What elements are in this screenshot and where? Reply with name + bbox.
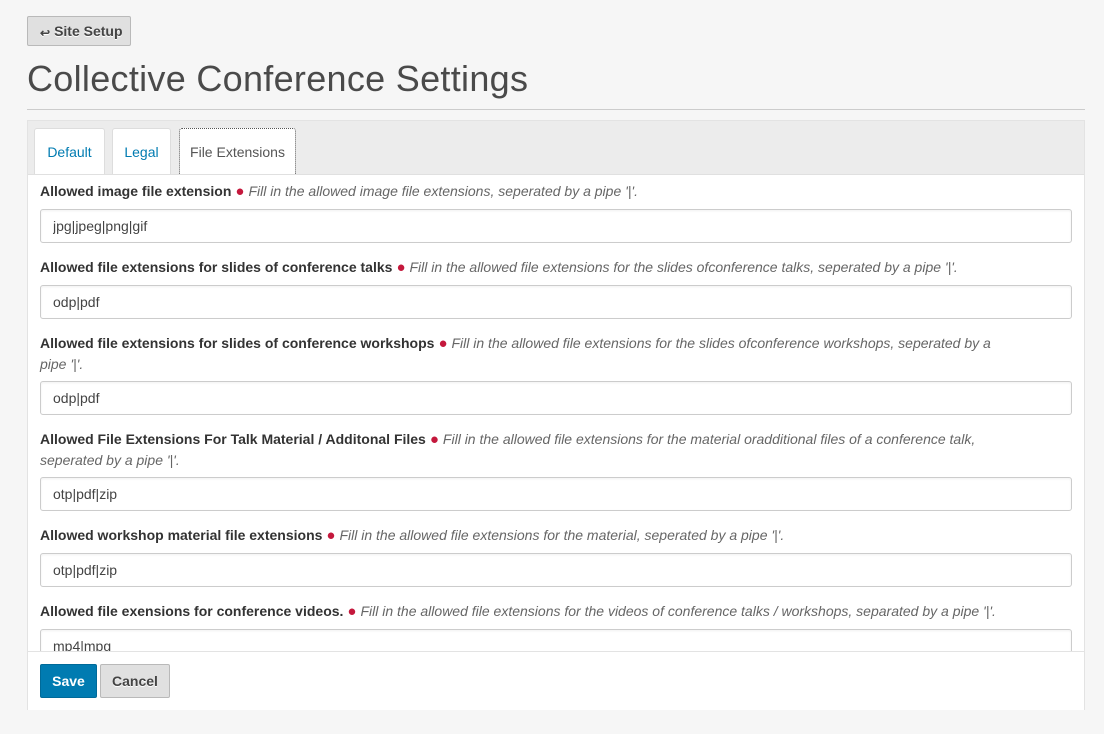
field-workshop-slides-extensions: Allowed file extensions for slides of co… — [40, 333, 1072, 415]
field-label: Allowed file extensions for slides of co… — [40, 335, 435, 351]
field-label: Allowed file exensions for conference vi… — [40, 603, 344, 619]
tab-file-extensions[interactable]: File Extensions — [179, 128, 296, 174]
field-label-line: Allowed file exensions for conference vi… — [40, 601, 1020, 622]
form-fields: Allowed image file extension ● Fill in the… — [40, 181, 1072, 663]
talk-slides-extensions-input[interactable] — [40, 285, 1072, 319]
tab-file-extensions-label: File Extensions — [190, 143, 285, 160]
field-talk-material-extensions: Allowed File Extensions For Talk Materia… — [40, 429, 1072, 511]
field-help: Fill in the allowed file extensions for … — [360, 603, 996, 619]
workshop-material-extensions-input[interactable] — [40, 553, 1072, 587]
field-label: Allowed File Extensions For Talk Materia… — [40, 431, 426, 447]
required-marker-icon: ● — [347, 603, 357, 620]
image-extensions-input[interactable] — [40, 209, 1072, 243]
required-marker-icon: ● — [235, 183, 245, 200]
required-marker-icon: ● — [429, 431, 439, 448]
tab-default-label: Default — [47, 143, 92, 160]
field-label: Allowed image file extension — [40, 183, 232, 199]
save-button[interactable]: Save — [40, 664, 97, 698]
page: ↩ Site Setup Collective Conference Setti… — [0, 0, 1104, 734]
tab-legal[interactable]: Legal — [112, 128, 171, 174]
required-marker-icon: ● — [326, 527, 336, 544]
site-setup-label: Site Setup — [54, 23, 123, 39]
field-label-line: Allowed File Extensions For Talk Materia… — [40, 429, 1020, 470]
title-divider — [27, 109, 1085, 110]
form-actions: Save Cancel — [28, 651, 1084, 710]
tab-bar: Default Legal File Extensions — [28, 121, 1084, 175]
page-title: Collective Conference Settings — [27, 58, 529, 99]
field-label-line: Allowed workshop material file extension… — [40, 525, 1020, 546]
tab-legal-label: Legal — [124, 143, 159, 160]
field-label-line: Allowed file extensions for slides of co… — [40, 257, 1020, 278]
site-setup-button[interactable]: ↩ Site Setup — [27, 16, 131, 46]
field-help: Fill in the allowed image file extension… — [248, 183, 638, 199]
required-marker-icon: ● — [438, 335, 448, 352]
field-image-extensions: Allowed image file extension ● Fill in the… — [40, 181, 1072, 243]
workshop-slides-extensions-input[interactable] — [40, 381, 1072, 415]
return-arrow-icon: ↩ — [40, 25, 51, 40]
field-label: Allowed workshop material file extension… — [40, 527, 323, 543]
field-workshop-material-extensions: Allowed workshop material file extension… — [40, 525, 1072, 587]
field-help: Fill in the allowed file extensions for … — [339, 527, 785, 543]
field-help: Fill in the allowed file extensions for … — [409, 259, 958, 275]
tab-default[interactable]: Default — [34, 128, 105, 174]
settings-panel: Default Legal File Extensions Allowed im… — [27, 120, 1085, 710]
field-label: Allowed file extensions for slides of co… — [40, 259, 393, 275]
field-label-line: Allowed file extensions for slides of co… — [40, 333, 1020, 374]
field-label-line: Allowed image file extension ● Fill in the… — [40, 181, 1020, 202]
field-talk-slides-extensions: Allowed file extensions for slides of co… — [40, 257, 1072, 319]
cancel-button[interactable]: Cancel — [100, 664, 170, 698]
required-marker-icon: ● — [396, 259, 406, 276]
talk-material-extensions-input[interactable] — [40, 477, 1072, 511]
